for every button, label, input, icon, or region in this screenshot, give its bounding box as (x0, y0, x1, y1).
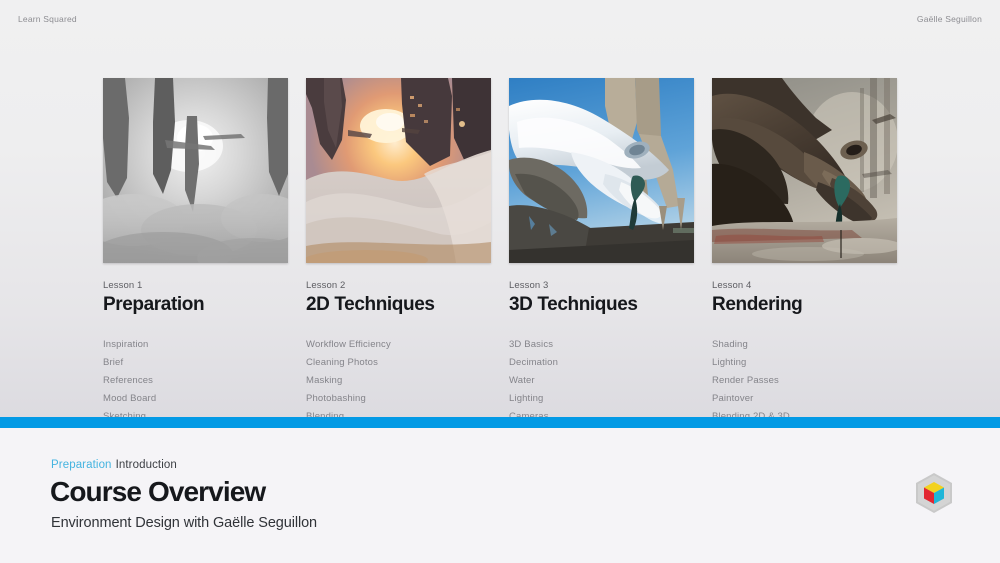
brand-bar: Learn Squared Gaëlle Seguillon (0, 0, 1000, 42)
lesson-thumbnail-3[interactable] (509, 78, 694, 263)
footer-panel: Preparation Introduction Course Overview … (0, 428, 1000, 563)
lesson-title: 2D Techniques (306, 294, 435, 315)
lesson-topics-list-1: Inspiration Brief References Mood Board … (103, 336, 288, 426)
lesson-thumbnail-2[interactable] (306, 78, 491, 263)
topic-item: Decimation (509, 357, 559, 368)
topic-item: Paintover (712, 393, 754, 404)
lesson-column-2[interactable]: Lesson 2 2D Techniques Workflow Efficien… (306, 78, 491, 442)
lesson-column-4[interactable]: Lesson 4 Rendering Shading Lighting Rend… (712, 78, 897, 442)
untextured-3d-skull-image (509, 78, 694, 263)
topic-item: Workflow Efficiency (306, 339, 391, 350)
topic-item: Render Passes (712, 375, 779, 386)
presentation-slide: Learn Squared Gaëlle Seguillon Lesson 1 … (0, 0, 1000, 563)
topic-item: Cleaning Photos (306, 357, 378, 368)
lesson-column-3[interactable]: Lesson 3 3D Techniques 3D Basics Decimat… (509, 78, 694, 442)
topic-item: Shading (712, 339, 748, 350)
sunset-clouds-image (306, 78, 491, 263)
lesson-number: Lesson 1 (103, 280, 143, 291)
author-name: Gaëlle Seguillon (916, 14, 982, 24)
topic-item: Masking (306, 375, 343, 386)
concept-art-towers-image (103, 78, 288, 263)
lesson-topics-list-3: 3D Basics Decimation Water Lighting Came… (509, 336, 694, 426)
breadcrumb-primary[interactable]: Preparation (51, 459, 112, 471)
learn-squared-cube-logo (913, 472, 955, 514)
lesson-number: Lesson 4 (712, 280, 752, 291)
lesson-number: Lesson 2 (306, 280, 346, 291)
topic-item: Inspiration (103, 339, 149, 350)
page-subtitle: Environment Design with Gaëlle Seguillon (51, 515, 318, 531)
topic-item: Lighting (509, 393, 544, 404)
breadcrumb: Preparation Introduction (51, 459, 177, 471)
topic-item: Water (509, 375, 535, 386)
accent-divider-bar (0, 417, 1000, 428)
topic-item: Mood Board (103, 393, 157, 404)
top-panel: Learn Squared Gaëlle Seguillon Lesson 1 … (0, 0, 1000, 422)
topic-item: 3D Basics (509, 339, 554, 350)
page-title: Course Overview (50, 476, 266, 507)
lesson-number: Lesson 3 (509, 280, 549, 291)
topic-item: Lighting (712, 357, 747, 368)
rendered-skull-forest-image (712, 78, 897, 263)
lesson-topics-list-2: Workflow Efficiency Cleaning Photos Mask… (306, 336, 491, 426)
lesson-thumbnail-1[interactable] (103, 78, 288, 263)
lesson-title: Preparation (103, 294, 205, 315)
lesson-columns: Lesson 1 Preparation Inspiration Brief R… (103, 78, 898, 442)
breadcrumb-secondary: Introduction (115, 459, 177, 471)
brand-name: Learn Squared (18, 14, 77, 24)
lesson-topics-list-4: Shading Lighting Render Passes Paintover… (712, 336, 897, 426)
lesson-title: Rendering (712, 294, 803, 315)
topic-item: Photobashing (306, 393, 366, 404)
lesson-title: 3D Techniques (509, 294, 638, 315)
topic-item: References (103, 375, 154, 386)
topic-item: Brief (103, 357, 124, 368)
cube-logo-icon (916, 473, 952, 513)
lesson-thumbnail-4[interactable] (712, 78, 897, 263)
lesson-column-1[interactable]: Lesson 1 Preparation Inspiration Brief R… (103, 78, 288, 442)
